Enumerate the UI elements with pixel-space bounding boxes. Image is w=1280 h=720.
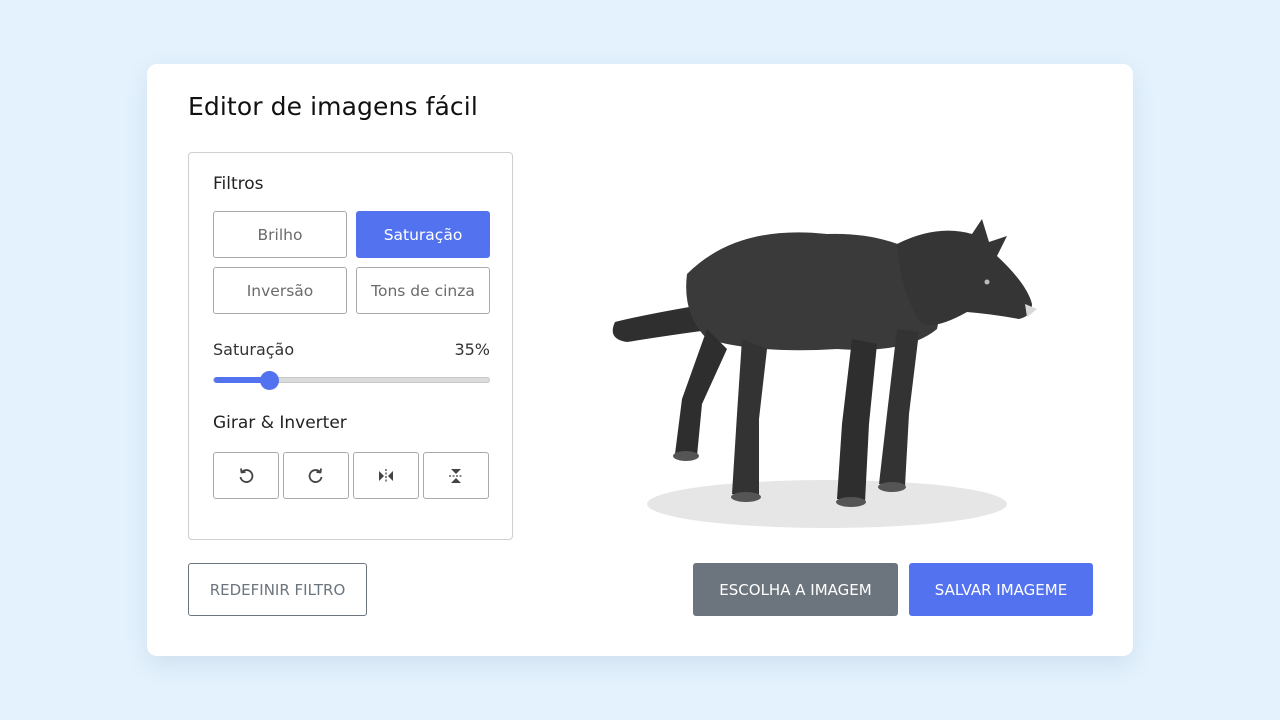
choose-image-button[interactable]: ESCOLHA A IMAGEM xyxy=(693,563,898,616)
save-image-button[interactable]: SALVAR IMAGEME xyxy=(909,563,1093,616)
slider-track[interactable] xyxy=(213,371,490,390)
rotate-right-button[interactable] xyxy=(283,452,349,499)
controls-panel: Filtros Brilho Saturação Inversão Tons d… xyxy=(188,152,513,540)
rotate-left-button[interactable] xyxy=(213,452,279,499)
editor-card: Editor de imagens fácil Filtros Brilho S… xyxy=(147,64,1133,656)
flip-vertical-icon xyxy=(449,468,463,483)
rotate-heading: Girar & Inverter xyxy=(213,413,347,433)
wolf-image xyxy=(587,164,1057,544)
flip-horizontal-icon xyxy=(379,468,393,483)
reset-filter-button[interactable]: REDEFINIR FILTRO xyxy=(188,563,367,616)
filter-brightness-button[interactable]: Brilho xyxy=(213,211,347,258)
filter-inversion-button[interactable]: Inversão xyxy=(213,267,347,314)
filters-heading: Filtros xyxy=(213,174,264,194)
rotate-right-icon xyxy=(308,467,323,483)
slider-name: Saturação xyxy=(213,340,295,359)
filter-saturation-button[interactable]: Saturação xyxy=(356,211,490,258)
flip-vertical-button[interactable] xyxy=(423,452,489,499)
flip-horizontal-button[interactable] xyxy=(353,452,419,499)
rotate-left-icon xyxy=(239,467,254,483)
slider-value: 35% xyxy=(454,340,490,359)
page-title: Editor de imagens fácil xyxy=(188,92,478,121)
slider-thumb[interactable] xyxy=(260,371,279,390)
slider-info: Saturação 35% xyxy=(213,340,490,359)
filter-grayscale-button[interactable]: Tons de cinza xyxy=(356,267,490,314)
